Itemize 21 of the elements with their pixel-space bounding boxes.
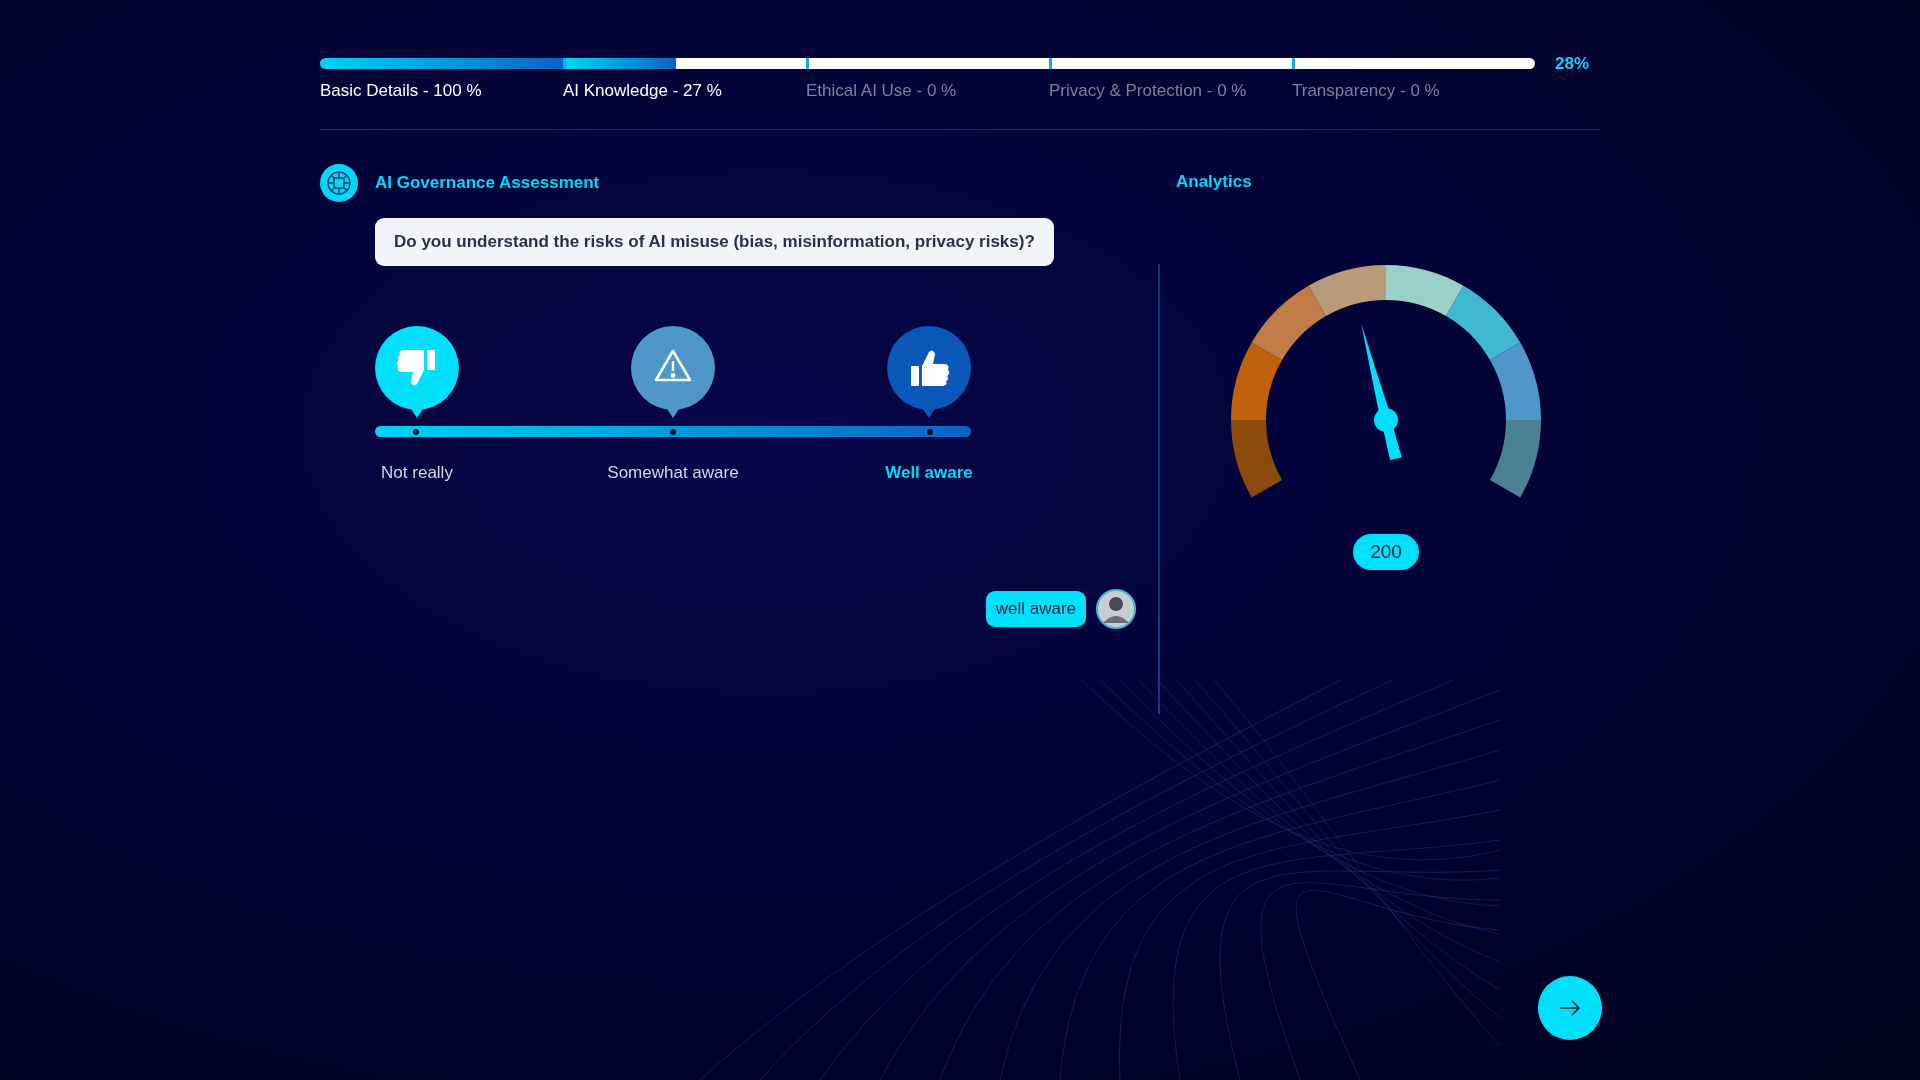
brain-chip-icon: [320, 164, 358, 202]
answer-message: well aware: [985, 591, 1086, 627]
progress-percent: 28%: [1555, 54, 1590, 74]
thumbs-up-icon: [911, 350, 950, 386]
section-label: Basic Details - 100 %: [320, 81, 483, 101]
option-label[interactable]: Not really: [337, 463, 497, 483]
option-label[interactable]: Somewhat aware: [593, 463, 753, 483]
section-label: AI Knowledge - 27 %: [563, 81, 723, 101]
assessment-title: AI Governance Assessment: [375, 173, 600, 193]
arrow-right-icon: [1559, 1000, 1581, 1016]
section-label: Privacy & Protection - 0 %: [1049, 81, 1248, 101]
option-label[interactable]: Well aware: [849, 463, 1009, 483]
thumbs-down-icon: [396, 350, 435, 386]
speech-bubble[interactable]: [631, 326, 715, 418]
question-text: Do you understand the risks of AI misuse (bias, misinformation, privacy risks)?: [375, 218, 1054, 266]
section-label: Transparency - 0 %: [1292, 81, 1441, 101]
warning-icon: [654, 349, 692, 382]
avatar: [1096, 589, 1136, 629]
gauge-value: 200: [1353, 534, 1419, 570]
section-label: Ethical AI Use - 0 %: [806, 81, 958, 101]
analytics-title: Analytics: [1176, 172, 1253, 192]
